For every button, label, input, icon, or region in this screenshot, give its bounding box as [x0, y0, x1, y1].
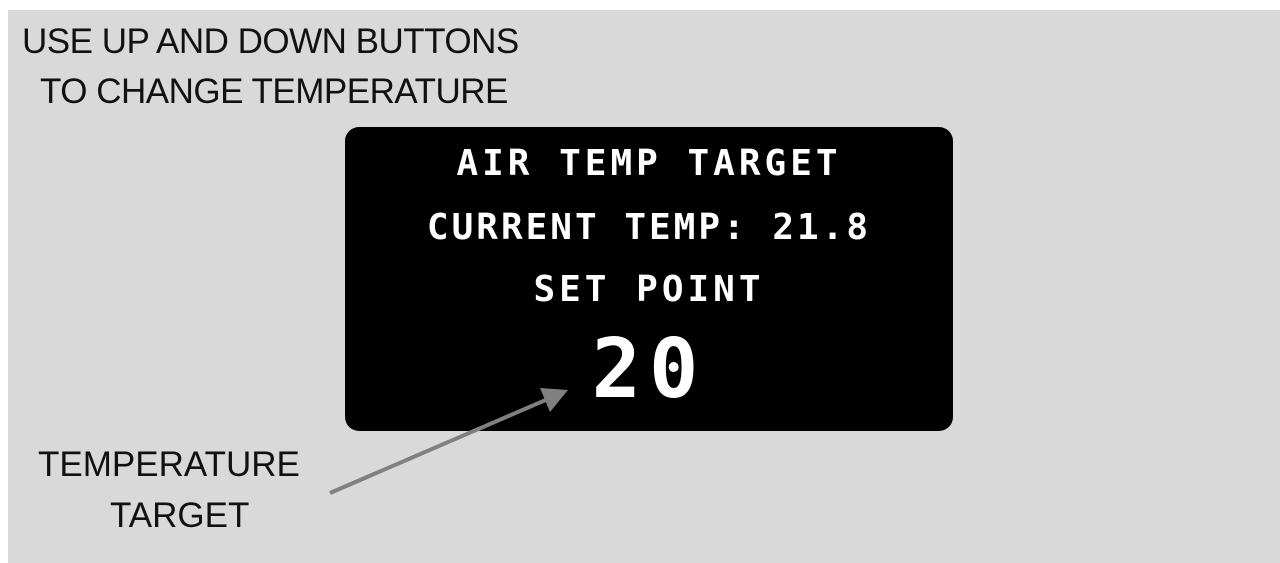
callout-label-line-2: TARGET [110, 496, 250, 535]
set-point-value: 20 [591, 322, 707, 417]
callout-label-line-1: TEMPERATURE [38, 445, 300, 484]
current-temp-readout: CURRENT TEMP: 21.8 [426, 207, 872, 248]
instruction-line-1: USE UP AND DOWN BUTTONS [22, 22, 519, 61]
display-title: AIR TEMP TARGET [456, 143, 842, 184]
instruction-line-2: TO CHANGE TEMPERATURE [40, 72, 508, 111]
set-point-label: SET POINT [533, 269, 765, 310]
thermostat-display: AIR TEMP TARGET CURRENT TEMP: 21.8 SET P… [345, 127, 953, 431]
